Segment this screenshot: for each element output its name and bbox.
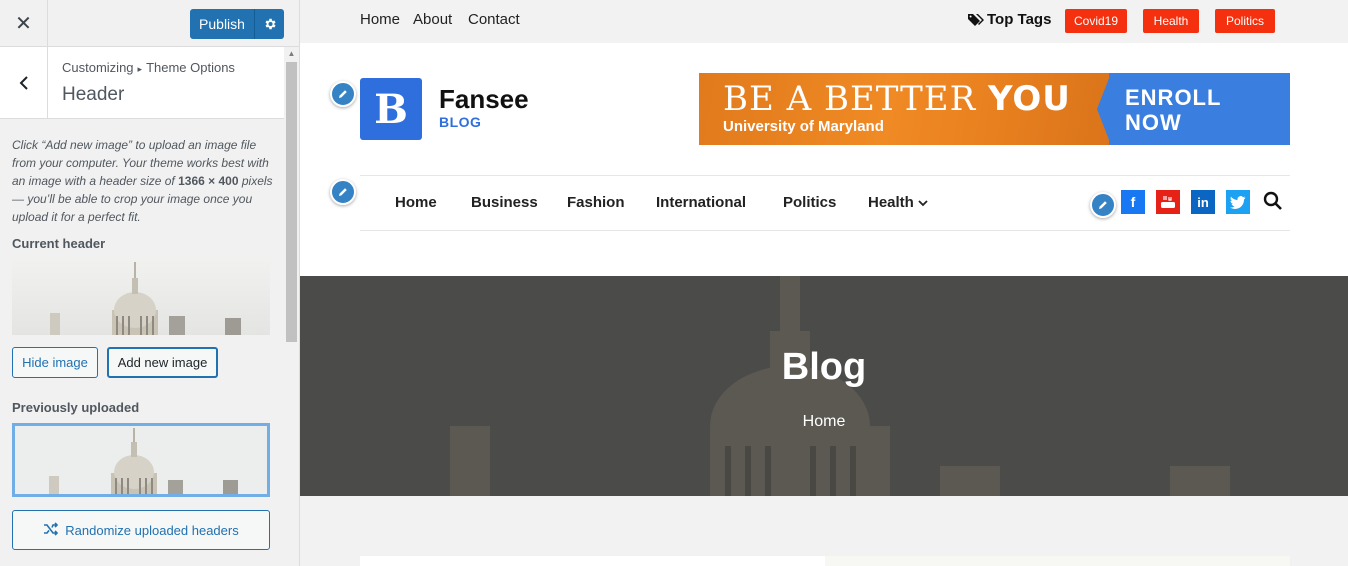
uploaded-header-thumbnail[interactable] — [12, 423, 270, 497]
current-header-thumbnail — [12, 258, 270, 335]
edit-social-pencil-icon[interactable] — [1090, 192, 1116, 218]
scroll-up-arrow-icon[interactable]: ▲ — [286, 49, 297, 59]
content-card-secondary — [825, 556, 1290, 566]
site-tagline: BLOG — [439, 114, 482, 130]
ad-headline: BE A BETTER YOU — [723, 79, 1071, 119]
site-title[interactable]: Fansee — [439, 84, 529, 115]
breadcrumb-root: Customizing — [62, 60, 134, 75]
nav-item-home[interactable]: Home — [395, 194, 437, 211]
panel-title: Header — [62, 84, 125, 105]
site-header: B Fansee BLOG BE A BETTER YOU University… — [300, 43, 1348, 276]
nav-item-politics[interactable]: Politics — [783, 194, 836, 211]
add-new-image-button[interactable]: Add new image — [107, 347, 218, 378]
search-icon[interactable] — [1262, 190, 1286, 214]
nav-item-health-label: Health — [868, 194, 914, 211]
ad-cta: ENROLL NOW — [1125, 85, 1221, 135]
publish-button[interactable]: Publish — [190, 9, 254, 39]
ad-subline: University of Maryland — [723, 118, 884, 135]
tags-icon — [968, 13, 984, 26]
tag-covid19[interactable]: Covid19 — [1065, 9, 1127, 33]
shuffle-icon — [43, 521, 59, 539]
edit-logo-pencil-icon[interactable] — [330, 81, 356, 107]
publish-settings-gear-icon[interactable] — [254, 9, 284, 39]
content-card — [360, 556, 825, 566]
linkedin-icon[interactable]: in — [1191, 190, 1215, 214]
site-logo[interactable]: B — [360, 78, 422, 140]
site-preview: Home About Contact Top Tags Covid19 Heal… — [300, 0, 1348, 566]
chevron-down-icon — [918, 200, 928, 207]
breadcrumb: Customizing ▸ Theme Options — [62, 60, 235, 75]
top-link-about[interactable]: About — [413, 11, 452, 28]
hero-title: Blog — [781, 346, 867, 388]
nav-item-fashion[interactable]: Fashion — [567, 194, 625, 211]
description-size: 1366 × 400 — [178, 174, 239, 188]
nav-item-business[interactable]: Business — [471, 194, 538, 211]
tag-health[interactable]: Health — [1143, 9, 1199, 33]
hero-breadcrumb[interactable]: Home — [300, 413, 1348, 431]
top-tags-label: Top Tags — [987, 11, 1052, 28]
top-link-home[interactable]: Home — [360, 11, 400, 28]
facebook-icon[interactable]: f — [1121, 190, 1145, 214]
top-link-contact[interactable]: Contact — [468, 11, 520, 28]
advertisement-banner[interactable]: BE A BETTER YOU University of Maryland E… — [699, 73, 1290, 145]
sidebar-scrollbar-thumb[interactable] — [286, 62, 297, 342]
tag-politics[interactable]: Politics — [1215, 9, 1275, 33]
page-hero: Blog Home — [300, 276, 1348, 496]
close-icon[interactable]: ✕ — [0, 0, 48, 46]
hide-image-button[interactable]: Hide image — [12, 347, 98, 378]
publish-group: Publish — [190, 9, 284, 39]
ad-headline-b: YOU — [988, 79, 1071, 119]
primary-nav: Home Business Fashion International Poli… — [360, 175, 1290, 231]
top-tags-heading: Top Tags — [968, 11, 1051, 28]
section-header: Customizing ▸ Theme Options Header — [0, 47, 284, 119]
randomize-headers-button[interactable]: Randomize uploaded headers — [12, 510, 270, 550]
customizer-sidebar: ✕ Publish ▲ Customizing ▸ Theme Options He… — [0, 0, 300, 566]
edit-menu-pencil-icon[interactable] — [330, 179, 356, 205]
youtube-icon[interactable] — [1156, 190, 1180, 214]
customizer-header: ✕ Publish — [0, 0, 299, 47]
current-header-label: Current header — [12, 236, 106, 251]
top-bar: Home About Contact Top Tags Covid19 Heal… — [300, 0, 1348, 43]
breadcrumb-separator-icon: ▸ — [137, 64, 143, 74]
breadcrumb-section: Theme Options — [146, 60, 235, 75]
randomize-label: Randomize uploaded headers — [65, 522, 239, 538]
ad-headline-a: BE A BETTER — [723, 79, 988, 119]
twitter-icon[interactable] — [1226, 190, 1250, 214]
ad-cta-line2: NOW — [1125, 110, 1182, 135]
previously-uploaded-label: Previously uploaded — [12, 400, 140, 415]
nav-item-international[interactable]: International — [656, 194, 746, 211]
nav-item-health[interactable]: Health — [868, 194, 928, 211]
header-image-description: Click “Add new image” to upload an image… — [12, 136, 274, 226]
back-arrow-icon[interactable] — [0, 47, 48, 118]
ad-cta-line1: ENROLL — [1125, 85, 1222, 110]
